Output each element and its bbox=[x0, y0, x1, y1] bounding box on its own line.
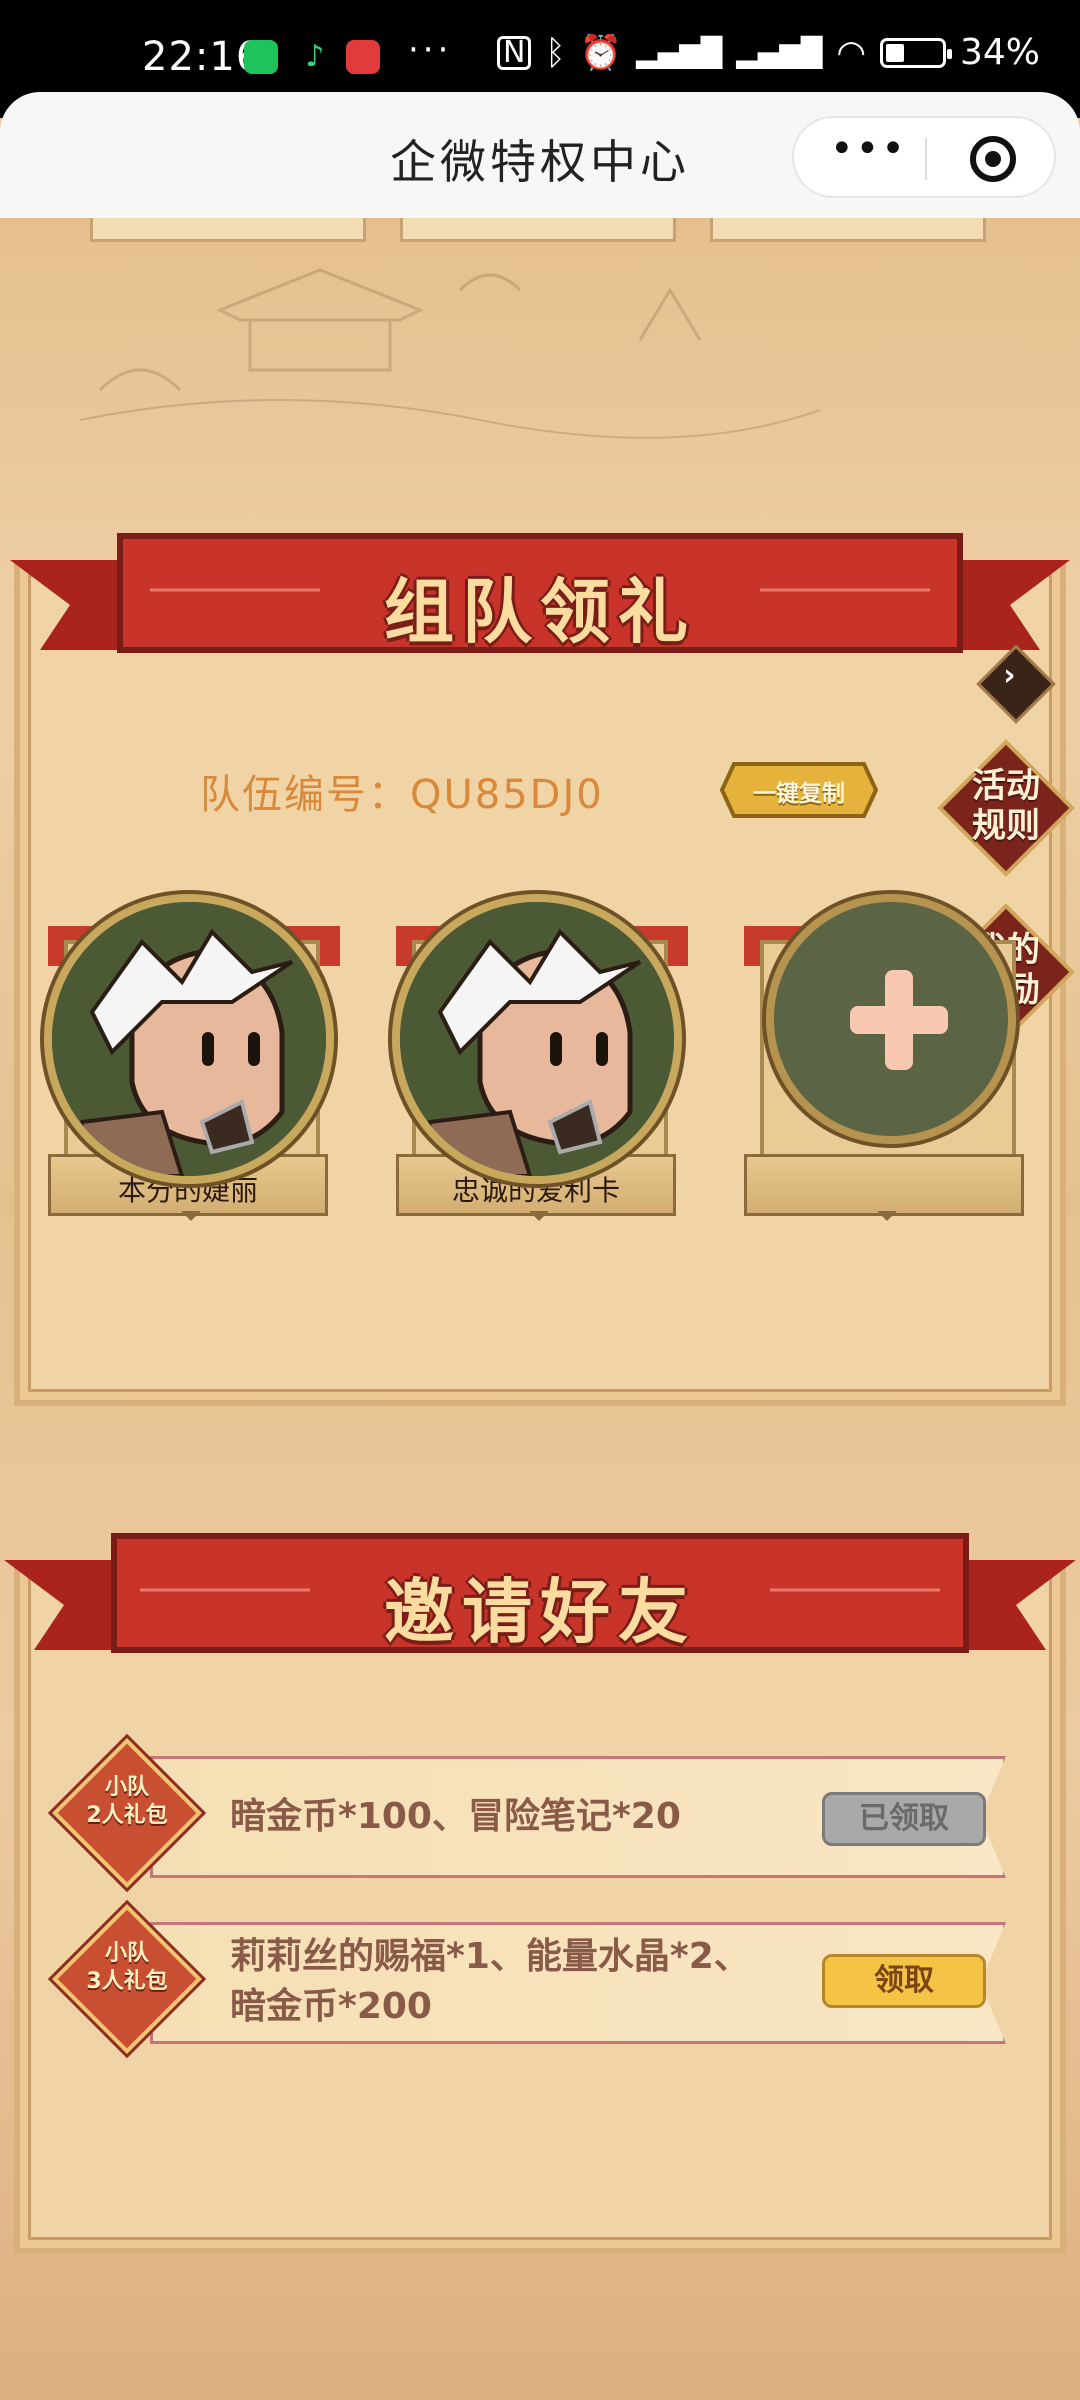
wifi-icon: ◠ bbox=[836, 32, 866, 73]
rules-button[interactable]: 活动 规则 bbox=[936, 738, 1076, 878]
member-slot: 本分的婕丽 bbox=[44, 890, 344, 1230]
team-number-label: 队伍编号： bbox=[200, 772, 410, 818]
top-card bbox=[710, 218, 986, 242]
reward-row: 小队 3人礼包 莉莉丝的赐福*1、能量水晶*2、 暗金币*200 领取 bbox=[52, 1904, 1020, 2054]
member-avatar[interactable] bbox=[392, 894, 682, 1184]
alarm-icon: ⏰ bbox=[579, 32, 623, 73]
hd-signal-icon: ▂▄▆█ bbox=[736, 36, 823, 69]
status-more-dots: ··· bbox=[408, 30, 453, 70]
chevron-right-icon: › bbox=[1003, 657, 1016, 693]
gift-badge-label: 小队 3人礼包 bbox=[86, 1941, 168, 1994]
copy-button[interactable]: 一键复制 bbox=[720, 760, 878, 820]
member-slot: 忠诚的爱利卡 bbox=[392, 890, 692, 1230]
close-target-icon[interactable] bbox=[970, 136, 1016, 182]
team-banner-title: 组队领礼 bbox=[384, 571, 696, 653]
add-member-button[interactable] bbox=[766, 894, 1016, 1144]
music-icon: ♪ bbox=[298, 40, 332, 74]
claimed-button[interactable]: 已领取 bbox=[822, 1792, 986, 1846]
more-button[interactable]: ••• bbox=[830, 126, 907, 172]
capsule-divider bbox=[925, 138, 927, 180]
screen: 22:16 ♪ ··· N ᛒ ⏰ ▂▄▆█ ▂▄▆█ ◠ 34% 企微特权中心… bbox=[0, 0, 1080, 2400]
member-nameplate bbox=[744, 1154, 1024, 1221]
invite-banner-title: 邀请好友 bbox=[384, 1571, 696, 1653]
claim-button[interactable]: 领取 bbox=[822, 1954, 986, 2008]
reward-row: 小队 2人礼包 暗金币*100、冒险笔记*20 已领取 bbox=[52, 1738, 1020, 1888]
battery-icon bbox=[879, 37, 952, 68]
gift-badge-label: 小队 2人礼包 bbox=[86, 1775, 168, 1828]
app-icon bbox=[346, 40, 380, 74]
bluetooth-icon: ᛒ bbox=[545, 32, 566, 73]
status-icons: N ᛒ ⏰ ▂▄▆█ ▂▄▆█ ◠ 34% bbox=[497, 32, 1040, 73]
copy-button-label: 一键复制 bbox=[753, 781, 845, 807]
member-slot-empty bbox=[740, 890, 1040, 1230]
avatar-illustration bbox=[400, 902, 674, 1176]
miniprogram-title-bar: 企微特权中心 ••• bbox=[0, 92, 1080, 218]
avatar-illustration bbox=[52, 902, 326, 1176]
top-card bbox=[400, 218, 676, 242]
top-cards-strip bbox=[0, 218, 1080, 242]
reward-description: 莉莉丝的赐福*1、能量水晶*2、 暗金币*200 bbox=[230, 1936, 750, 2027]
top-card bbox=[90, 218, 366, 242]
nfc-icon: N bbox=[497, 35, 532, 70]
team-number-code: QU85DJ0 bbox=[410, 772, 604, 818]
hd-signal-icon: ▂▄▆█ bbox=[636, 36, 723, 69]
plus-icon-vertical bbox=[885, 970, 913, 1070]
rules-button-label: 活动 规则 bbox=[972, 766, 1040, 846]
team-banner: 组队领礼 bbox=[0, 530, 1080, 670]
capsule-menu: ••• bbox=[792, 116, 1056, 198]
member-avatar[interactable] bbox=[44, 894, 334, 1184]
team-number: 队伍编号：QU85DJ0 bbox=[200, 762, 604, 820]
village-sketch-illustration bbox=[80, 268, 820, 439]
battery-percent: 34% bbox=[959, 32, 1040, 73]
reward-description: 暗金币*100、冒险笔记*20 bbox=[230, 1796, 681, 1837]
invite-banner: 邀请好友 bbox=[0, 1530, 1080, 1670]
wechat-icon bbox=[244, 40, 278, 74]
